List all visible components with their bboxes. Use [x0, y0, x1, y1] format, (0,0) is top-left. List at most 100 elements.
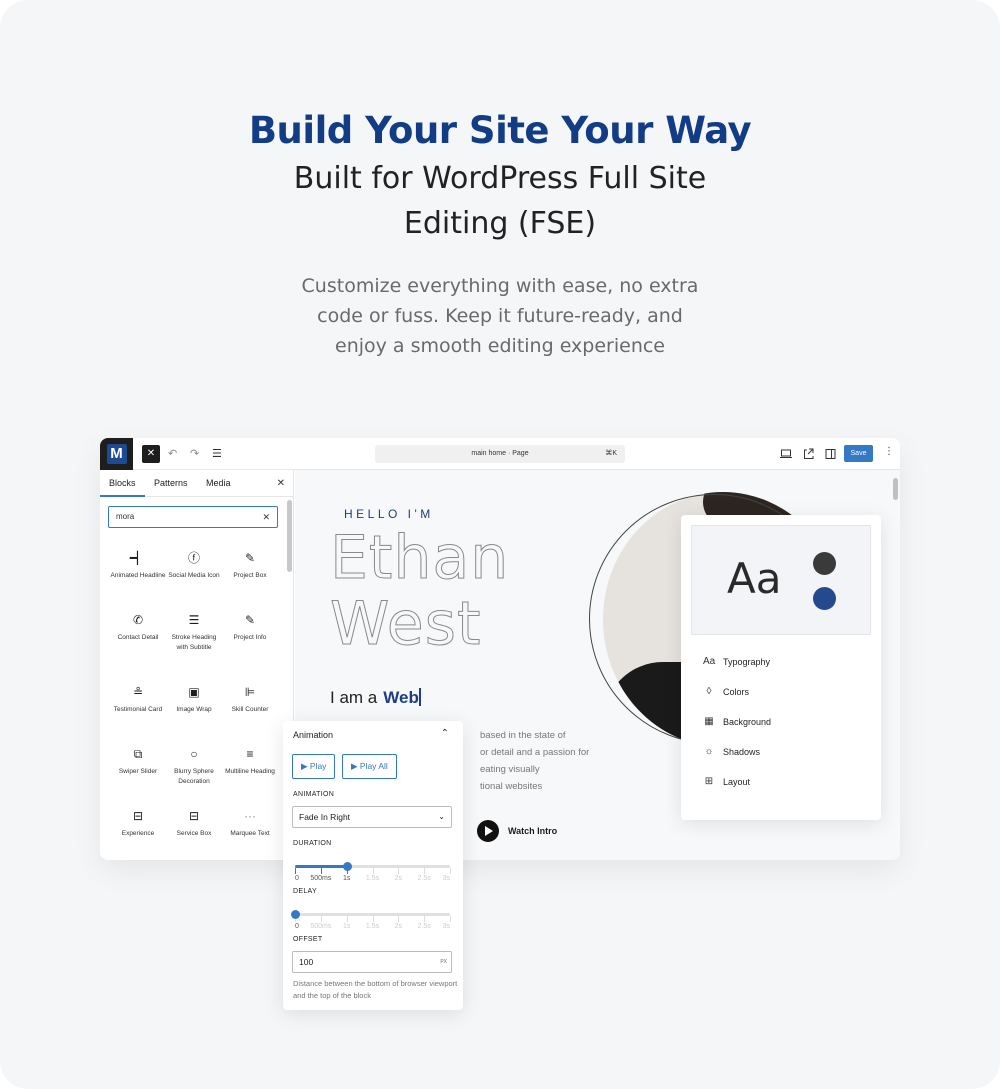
typography-icon: Aa — [703, 656, 716, 667]
slider-tick-label: 0 — [295, 875, 299, 882]
tab-blocks[interactable]: Blocks — [100, 470, 145, 497]
block-item-animated-headline[interactable]: ━▏ Animated Headline — [110, 550, 166, 581]
canvas-scrollbar[interactable] — [893, 478, 898, 500]
block-inserter-panel: Blocks Patterns Media ✕ mora ✕ ━▏ Animate… — [100, 470, 294, 860]
heading-lines-icon: ☰ — [188, 613, 200, 627]
styles-item-typography[interactable]: Aa Typography — [703, 656, 770, 667]
styles-item-colors[interactable]: ◊ Colors — [703, 686, 750, 697]
block-item-project-info[interactable]: ✎ Project Info — [222, 612, 278, 643]
slider-tick-label: 1.5s — [365, 875, 380, 882]
slider-tick-label: 1.5s — [365, 923, 380, 930]
block-item-experience[interactable]: ⊟ Experience — [110, 808, 166, 839]
block-item-skill-counter[interactable]: ⊫ Skill Counter — [222, 684, 278, 715]
inserter-scrollbar[interactable] — [287, 500, 292, 572]
styles-item-label: Background — [723, 716, 772, 727]
slider-tick-label: 500ms — [310, 923, 332, 930]
slider-tick-label: 2s — [394, 923, 403, 930]
save-button[interactable]: Save — [844, 445, 873, 462]
typography-preview: Aa — [727, 554, 782, 603]
list-view-icon[interactable]: ☰ — [212, 446, 222, 462]
block-item-image-wrap[interactable]: ▣ Image Wrap — [166, 684, 222, 715]
sun-icon: ☼ — [704, 746, 714, 757]
undo-icon[interactable]: ↶ — [168, 446, 177, 462]
slider-tick — [424, 868, 426, 874]
facebook-icon: ⓕ — [187, 551, 200, 565]
ellipsis-icon: ··· — [244, 809, 256, 823]
animation-settings-panel: Animation ⌃ ▶ Play ▶ Play All ANIMATION … — [283, 721, 463, 1010]
command-palette-button[interactable]: main home · Page ⌘K — [375, 445, 625, 463]
styles-item-layout[interactable]: ⊞ Layout — [703, 776, 750, 787]
bar-chart-icon: ⊫ — [244, 685, 256, 699]
close-inserter-button[interactable]: ✕ — [142, 445, 160, 463]
block-item-multiline-heading[interactable]: ≡ Multiline Heading — [222, 746, 278, 777]
animation-select[interactable]: Fade In Right ⌄ — [292, 806, 452, 828]
animation-panel-title: Animation — [293, 730, 334, 740]
styles-item-label: Typography — [723, 656, 771, 667]
block-item-swiper-slider[interactable]: ⧉ Swiper Slider — [110, 746, 166, 777]
slider-tick — [450, 916, 451, 922]
slider-thumb[interactable] — [291, 910, 300, 919]
clear-search-icon[interactable]: ✕ — [262, 507, 270, 527]
hero-section: Build Your Site Your Way Built for WordP… — [0, 106, 1000, 361]
block-item-blurry-sphere[interactable]: ○ Blurry Sphere Decoration — [166, 746, 222, 787]
first-name: Ethan — [329, 523, 510, 593]
block-item-social-media-icon[interactable]: ⓕ Social Media Icon — [166, 550, 222, 581]
styles-item-background[interactable]: ▦ Background — [703, 716, 771, 727]
block-label: Service Box — [176, 830, 212, 837]
block-item-service-box[interactable]: ⊟ Service Box — [166, 808, 222, 839]
slider-tick — [372, 868, 374, 874]
play-button[interactable]: ▶ Play — [292, 754, 336, 779]
hero-title: Build Your Site Your Way — [248, 109, 752, 152]
slider-tick-label: 2.5s — [417, 923, 431, 930]
desktop-preview-icon[interactable] — [780, 447, 792, 461]
block-item-project-box[interactable]: ✎ Project Box — [222, 550, 278, 581]
circle-icon: ○ — [190, 747, 198, 761]
block-item-testimonial-card[interactable]: ≗ Testimonial Card — [110, 684, 166, 715]
block-label: Image Wrap — [176, 706, 212, 713]
tab-media[interactable]: Media — [206, 470, 231, 497]
bio-line: or detail and a passion for — [480, 747, 590, 758]
slider-tick — [424, 916, 426, 922]
animated-headline[interactable]: I am a Web — [330, 688, 421, 708]
watch-intro-button[interactable]: Watch Intro — [477, 820, 557, 842]
play-all-button[interactable]: ▶ Play All — [342, 754, 397, 779]
slider-tick-label: 500ms — [310, 875, 332, 882]
block-label: Blurry Sphere Decoration — [174, 768, 214, 785]
slider-thumb[interactable] — [342, 862, 352, 871]
styles-item-shadows[interactable]: ☼ Shadows — [703, 746, 760, 757]
external-link-icon[interactable] — [803, 447, 814, 461]
slider-tick — [450, 868, 451, 874]
site-logo-button[interactable]: M — [100, 438, 133, 470]
offset-input[interactable]: 100 PX — [292, 951, 452, 973]
chevron-up-icon[interactable]: ⌃ — [441, 728, 449, 739]
block-label: Contact Detail — [117, 634, 159, 641]
close-icon[interactable]: ✕ — [277, 470, 285, 497]
offset-unit: PX — [440, 959, 447, 965]
role-prefix: I am a — [330, 688, 378, 707]
testimonial-icon: ≗ — [132, 685, 144, 699]
style-preview[interactable]: Aa — [691, 525, 871, 635]
brush-icon: ✎ — [244, 551, 256, 565]
stroke-heading[interactable]: Ethan West — [329, 523, 510, 658]
block-label: Marquee Text — [230, 830, 270, 837]
document-title: main home · Page — [471, 450, 529, 457]
block-item-stroke-heading[interactable]: ☰ Stroke Heading with Subtitle — [166, 612, 222, 653]
block-item-marquee-text[interactable]: ··· Marquee Text — [222, 808, 278, 839]
offset-help-text: Distance between the bottom of browser v… — [293, 979, 458, 1000]
more-options-icon[interactable]: ⋮ — [884, 446, 894, 457]
menu-lines-icon: ≡ — [246, 747, 254, 761]
block-label: Multiline Heading — [225, 768, 275, 775]
redo-icon[interactable]: ↷ — [190, 446, 199, 462]
tab-patterns[interactable]: Patterns — [154, 470, 188, 497]
greeting-text[interactable]: HELLO I'M — [344, 507, 434, 521]
sidebar-toggle-icon[interactable] — [825, 447, 836, 461]
block-item-contact-detail[interactable]: ✆ Contact Detail — [110, 612, 166, 643]
bio-line: tional websites — [480, 781, 543, 792]
block-search-input[interactable]: mora ✕ — [108, 506, 278, 528]
color-swatch-blue — [813, 587, 836, 610]
editor-toolbar: M ✕ ↶ ↷ ☰ main home · Page ⌘K Save ⋮ — [100, 438, 900, 470]
briefcase-icon: ⊟ — [188, 809, 200, 823]
search-value: mora — [116, 512, 135, 521]
styles-item-label: Colors — [723, 686, 750, 697]
bio-paragraph[interactable]: based in the state of or detail and a pa… — [480, 727, 589, 795]
